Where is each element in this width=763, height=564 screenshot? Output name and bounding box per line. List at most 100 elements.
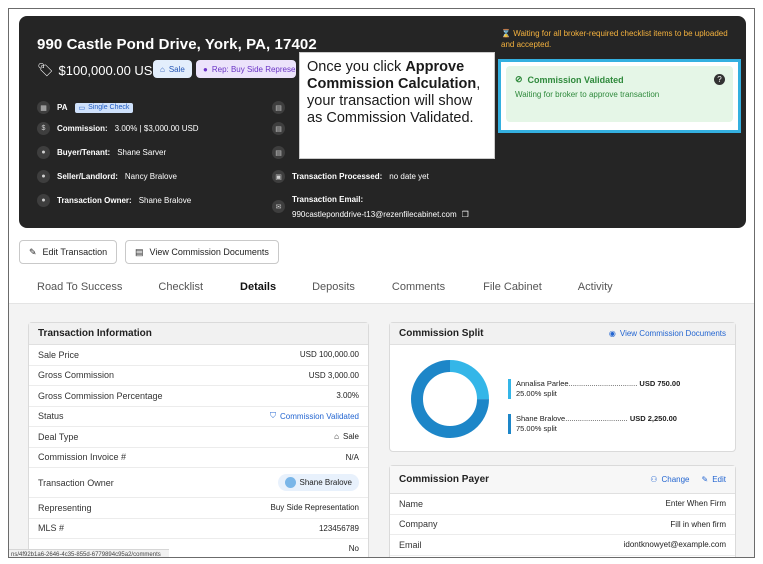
transaction-information-card: Transaction Information Sale Price USD 10… [28, 322, 369, 557]
check-chip-label: Single Check [88, 104, 130, 111]
row-label: Status [38, 411, 64, 422]
owner-label: Transaction Owner: [57, 196, 132, 205]
tab-road-to-success[interactable]: Road To Success [37, 281, 122, 303]
callout-text-before: Once you click [307, 59, 406, 75]
row-label: Representing [38, 502, 92, 513]
tab-activity[interactable]: Activity [578, 281, 613, 303]
status-badge: ⛉ Commission Validated [270, 411, 359, 421]
edit-transaction-button[interactable]: ✎ Edit Transaction [19, 240, 118, 264]
change-label: Change [661, 475, 690, 484]
edit-payer-button[interactable]: ✎ Edit [702, 475, 727, 484]
tab-deposits[interactable]: Deposits [312, 281, 355, 303]
split-pct: 75.00% split [516, 424, 557, 433]
info-row: Representing Buy Side Representation [29, 498, 368, 519]
split-header: Commission Split ◉ View Commission Docume… [390, 323, 735, 345]
row-value: USD 100,000.00 [299, 350, 359, 360]
tab-details[interactable]: Details [238, 281, 279, 309]
app-frame: 990 Castle Pond Drive, York, PA, 17402 🏷… [8, 8, 755, 558]
rep-badge-label: Rep: Buy Side Representation [211, 64, 296, 74]
email-label: Transaction Email: [292, 195, 364, 204]
edit-label: Edit [712, 475, 726, 484]
calendar-icon: ▤ [272, 122, 285, 135]
eye-icon: ◉ [608, 329, 616, 338]
row-value: idontknowyet@example.com [623, 540, 726, 550]
tab-bar: Road To Success Checklist Details Deposi… [19, 281, 613, 309]
row-value: 123456789 [318, 523, 359, 533]
deal-type-label: Sale [342, 432, 359, 442]
home-icon: ⌂ [160, 64, 165, 74]
transaction-address: 990 Castle Pond Drive, York, PA, 17402 [37, 36, 317, 53]
transaction-price: 🏷 $100,000.00 USD [37, 62, 162, 78]
email-value: 990castleponddrive-t13@rezenfilecabinet.… [292, 210, 457, 219]
info-row: Gross Commission Percentage 3.00% [29, 386, 368, 407]
split-amount: USD 750.00 [639, 379, 681, 388]
owner-value: Shane Bralove [138, 196, 192, 205]
processed-row: ▣ Transaction Processed: no date yet [272, 170, 429, 183]
owner-chip[interactable]: Shane Bralove [277, 474, 359, 491]
buyer-value: Shane Sarver [117, 148, 167, 157]
row-label: Commission Invoice # [38, 452, 127, 463]
price-value: $100,000.00 USD [58, 62, 162, 78]
info-row: Commission Invoice # N/A [29, 448, 368, 468]
link-label: View Commission Documents [619, 329, 726, 338]
sale-badge-label: Sale [168, 64, 185, 74]
commission-validated-status: ⊘ Commission Validated Waiting for broke… [506, 66, 733, 122]
deal-type-value: ⌂ Sale [334, 432, 359, 441]
tag-icon: 🏷 [37, 62, 54, 77]
commission-row: $ Commission: 3.00% | $3,000.00 USD [37, 122, 199, 135]
row-value: USD 3,000.00 [308, 370, 359, 380]
pencil-icon: ✎ [29, 246, 37, 257]
commission-value: 3.00% | $3,000.00 USD [114, 124, 199, 133]
view-docs-label: View Commission Documents [149, 247, 269, 257]
building-icon: ▦ [37, 101, 50, 114]
commission-split-donut [411, 360, 489, 438]
row-label: Company [399, 519, 438, 530]
change-payer-button[interactable]: ⚇ Change [650, 475, 689, 484]
split-name: Annalisa Parlee [516, 379, 569, 388]
calendar-icon: ▤ [272, 146, 285, 159]
seller-label: Seller/Landlord: [57, 172, 118, 181]
tab-comments[interactable]: Comments [392, 281, 445, 303]
transaction-header: 990 Castle Pond Drive, York, PA, 17402 🏷… [19, 16, 746, 228]
document-icon: ▤ [135, 246, 144, 257]
rep-badge: ● Rep: Buy Side Representation [196, 60, 296, 78]
calendar-row-3: ▤ [272, 146, 285, 159]
split-legend-item: Annalisa Parlee.........................… [508, 379, 680, 399]
split-name: Shane Bralove [516, 414, 566, 423]
processed-label: Transaction Processed: [292, 172, 383, 181]
warning-label: Waiting for all broker-required checklis… [501, 29, 728, 49]
edit-transaction-label: Edit Transaction [42, 247, 108, 257]
warning-text: ⌛ Waiting for all broker-required checkl… [501, 28, 731, 50]
calendar-row-2: ▤ [272, 122, 285, 135]
split-legend-item: Shane Bralove...........................… [508, 414, 677, 434]
state-value: PA [57, 103, 68, 112]
avatar [284, 477, 296, 488]
buyer-row: ● Buyer/Tenant: Shane Sarver [37, 146, 166, 159]
view-commission-documents-link[interactable]: ◉ View Commission Documents [609, 329, 726, 338]
copy-icon[interactable]: ❐ [462, 207, 469, 222]
row-value: Buy Side Representation [270, 503, 360, 513]
payer-header: Commission Payer ⚇ Change ✎ Edit [390, 466, 735, 494]
help-icon[interactable]: ? [714, 74, 725, 85]
user-icon: ● [37, 170, 50, 183]
dollar-icon: $ [37, 122, 50, 135]
info-row: Gross Commission USD 3,000.00 [29, 366, 368, 386]
tab-checklist[interactable]: Checklist [158, 281, 203, 303]
card-title: Commission Payer [399, 474, 490, 485]
clipboard-icon: ▣ [272, 170, 285, 183]
single-check-chip: ▭ Single Check [74, 102, 134, 113]
validated-title: ⊘ Commission Validated [515, 74, 724, 85]
card-icon: ▭ [78, 104, 86, 112]
info-row: Transaction Owner Shane Bralove [29, 468, 368, 498]
tutorial-callout: Once you click Approve Commission Calcul… [299, 52, 495, 159]
view-commission-documents-button[interactable]: ▤ View Commission Documents [125, 240, 279, 264]
check-circle-icon: ⊘ [515, 74, 523, 84]
split-pct: 25.00% split [516, 389, 557, 398]
row-label: Transaction Owner [38, 477, 114, 488]
sale-badge: ⌂ Sale [153, 60, 192, 78]
row-label: Email [399, 539, 422, 550]
tab-file-cabinet[interactable]: File Cabinet [483, 281, 542, 303]
row-value: Enter When Firm [665, 499, 726, 509]
browser-status-url: ns/4f92b1a6-2646-4c35-855d-6779894c95a2/… [9, 549, 169, 557]
split-amount: USD 2,250.00 [629, 414, 677, 423]
